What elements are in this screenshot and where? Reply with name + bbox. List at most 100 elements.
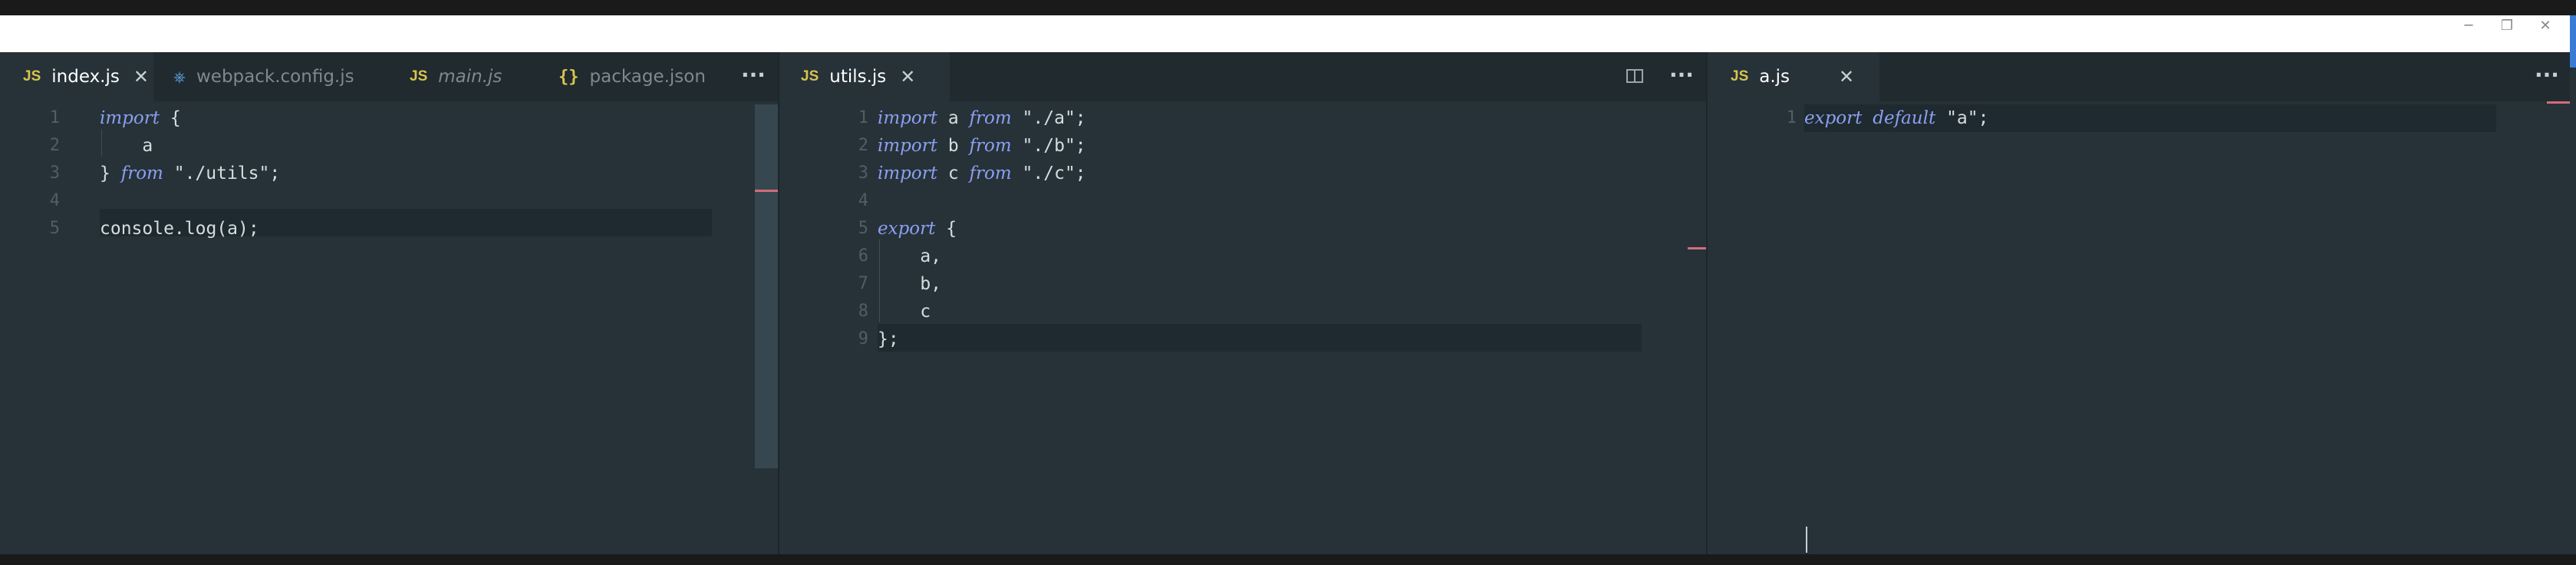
code-token: {: [935, 219, 957, 239]
js-file-icon: JS: [801, 68, 819, 84]
tab-main-js[interactable]: JS main.js: [390, 52, 543, 101]
tab-label: index.js: [51, 67, 120, 87]
top-strip: [0, 0, 2576, 15]
editor-group-1: JS index.js ✕ ⎈ webpack.config.js JS mai…: [0, 52, 778, 554]
keyword-token: import: [878, 108, 937, 128]
code-line: a,: [878, 243, 941, 270]
line-number: 2: [858, 136, 868, 155]
code-line: import a from "./a";: [878, 104, 1086, 132]
code-line: import c from "./c";: [878, 160, 1086, 187]
close-tab-icon[interactable]: ✕: [1839, 66, 1854, 88]
code-token: c: [937, 164, 970, 183]
line-number: 1: [858, 108, 868, 127]
scrollbar[interactable]: [755, 104, 778, 468]
line-number: 5: [858, 219, 868, 238]
code-editor[interactable]: 1 import { 2 a 3} from "./utils"; 4 5 console.…: [0, 101, 778, 554]
code-line: c: [878, 298, 931, 325]
webpack-icon: ⎈: [173, 68, 186, 86]
text-cursor: [1806, 527, 1807, 553]
line-number: 2: [49, 136, 60, 155]
keyword-token: from: [969, 136, 1012, 156]
tab-label: webpack.config.js: [196, 67, 354, 87]
keyword-token: import: [878, 164, 937, 183]
tab-webpack-config[interactable]: ⎈ webpack.config.js: [153, 52, 390, 101]
tab-label: package.json: [589, 67, 706, 87]
line-number: 5: [49, 219, 60, 238]
json-file-icon: {}: [558, 67, 579, 87]
code-token: ;: [1978, 108, 1989, 128]
code-token: b,: [878, 274, 942, 294]
tab-label: a.js: [1759, 67, 1790, 87]
code-line: };: [878, 325, 899, 353]
minimize-button[interactable]: ─: [2452, 15, 2485, 37]
current-line-highlight: [878, 324, 1642, 352]
editor-group-3: JS a.js ✕ ··· 1 export default "a";: [1708, 52, 2570, 554]
editor-group-2: JS utils.js ✕ ··· 1 import a from "./a"; 2…: [779, 52, 1706, 554]
code-token: ;: [1075, 108, 1086, 128]
js-file-icon: JS: [410, 68, 428, 84]
tab-package-json[interactable]: {} package.json: [543, 52, 720, 101]
code-line: export {: [878, 215, 957, 243]
code-token: };: [878, 329, 899, 349]
code-token: ;: [1075, 164, 1086, 183]
code-token: a: [100, 136, 153, 156]
window-scroll-accent: [2570, 15, 2576, 68]
code-token: {: [159, 108, 181, 128]
tab-bar: JS a.js ✕ ···: [1708, 52, 2570, 101]
js-file-icon: JS: [23, 68, 41, 84]
code-line: b,: [878, 270, 941, 298]
keyword-token: default: [1873, 108, 1936, 128]
tab-index-js[interactable]: JS index.js ✕: [0, 52, 153, 101]
code-editor[interactable]: 1 export default "a";: [1708, 101, 2570, 554]
string-token: "./c": [1011, 164, 1076, 183]
line-number: 6: [858, 246, 868, 266]
code-token: ;: [248, 219, 259, 239]
keyword-token: export: [1804, 108, 1863, 128]
code-token: a,: [878, 246, 942, 266]
tab-a-js[interactable]: JS a.js ✕: [1708, 52, 1879, 101]
string-token: "./a": [1011, 108, 1076, 128]
more-actions-button[interactable]: ···: [1669, 52, 1694, 101]
keyword-token: export: [878, 219, 936, 239]
code-line: import {: [100, 104, 181, 132]
code-token: c: [878, 302, 931, 322]
tab-utils-js[interactable]: JS utils.js ✕: [779, 52, 950, 101]
tab-label: utils.js: [829, 67, 887, 87]
title-bar: [0, 15, 2576, 52]
tab-bar: JS utils.js ✕ ···: [779, 52, 1706, 101]
line-number: 1: [49, 108, 60, 127]
code-token: ;: [269, 164, 281, 183]
maximize-button[interactable]: ❐: [2490, 15, 2524, 37]
line-number: 8: [858, 302, 868, 321]
code-token: }: [100, 164, 121, 183]
line-number: 3: [49, 164, 60, 183]
tab-bar: JS index.js ✕ ⎈ webpack.config.js JS mai…: [0, 52, 778, 101]
more-actions-button[interactable]: ···: [2535, 52, 2559, 101]
keyword-token: from: [120, 164, 163, 183]
string-token: "./b": [1011, 136, 1076, 156]
scroll-marker: [755, 190, 778, 192]
close-window-button[interactable]: ✕: [2528, 15, 2562, 37]
line-number: 4: [49, 191, 60, 210]
scroll-marker: [2547, 101, 2570, 104]
more-actions-button[interactable]: ···: [741, 52, 766, 101]
line-number: 3: [858, 164, 868, 183]
code-editor[interactable]: 1 import a from "./a"; 2 import b from "./b…: [779, 101, 1706, 554]
line-number: 7: [858, 274, 868, 293]
code-line: console.log(a);: [100, 215, 259, 243]
string-token: "./utils": [163, 164, 270, 183]
keyword-token: from: [969, 164, 1012, 183]
split-editor-icon[interactable]: [1626, 69, 1643, 83]
js-file-icon: JS: [1731, 68, 1749, 84]
keyword-token: import: [878, 136, 937, 156]
close-tab-icon[interactable]: ✕: [900, 66, 915, 88]
string-token: "a": [1935, 108, 1978, 128]
code-line: a: [100, 132, 153, 160]
code-line: import b from "./b";: [878, 132, 1086, 160]
keyword-token: from: [969, 108, 1012, 128]
code-token: b: [937, 136, 970, 156]
close-tab-icon[interactable]: ✕: [133, 66, 149, 88]
code-token: console.log(a): [100, 219, 249, 239]
tab-label: main.js: [438, 67, 502, 87]
